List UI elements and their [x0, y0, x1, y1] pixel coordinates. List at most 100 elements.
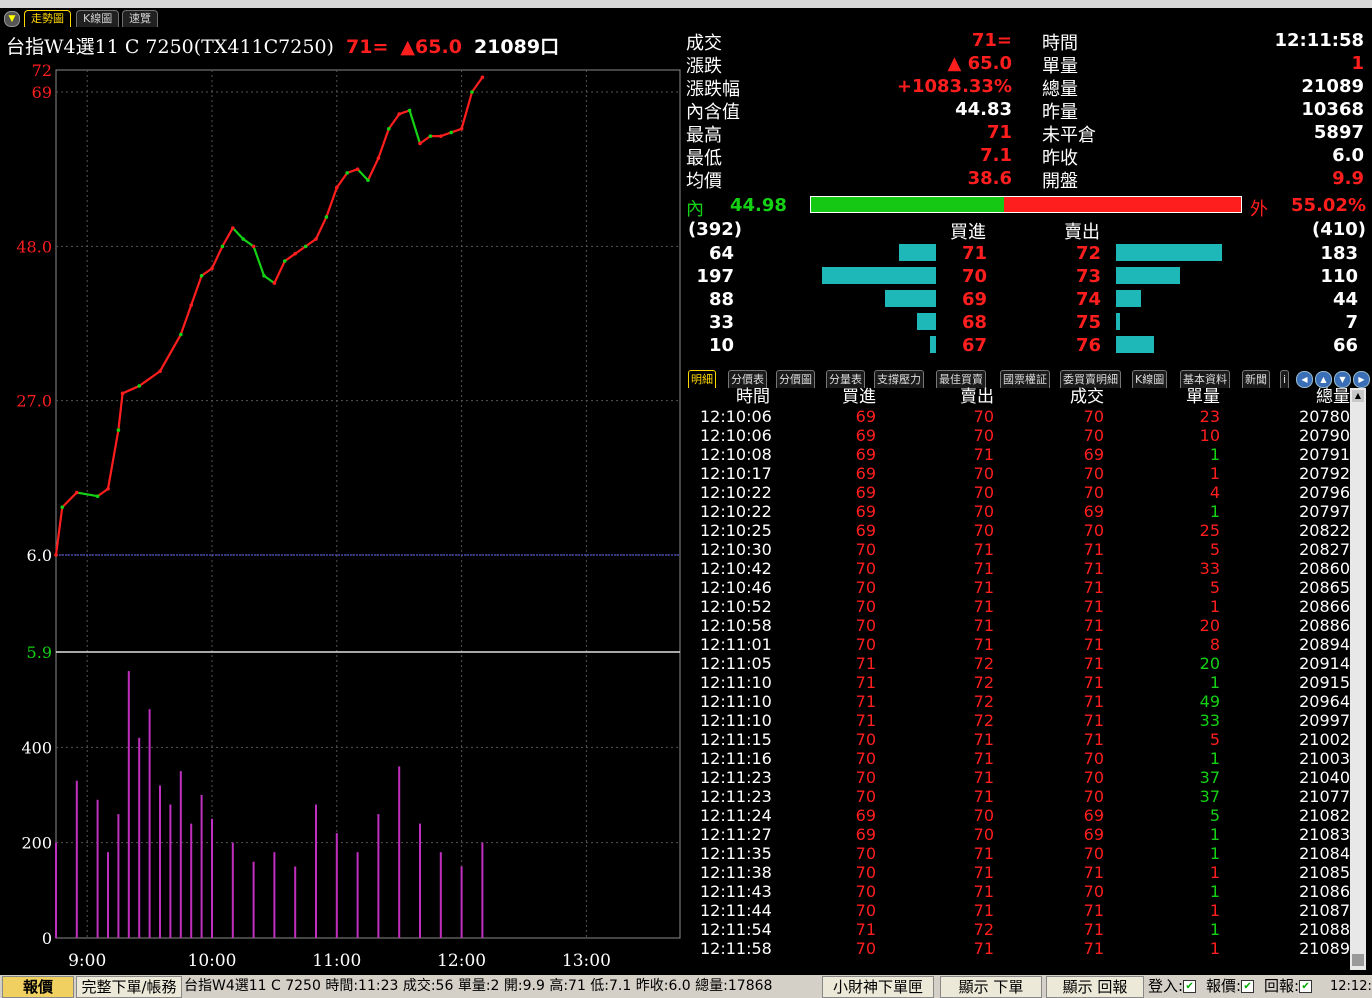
- table-row[interactable]: 12:10:30 70 71 71 5 20827: [690, 540, 1350, 559]
- table-row[interactable]: 12:11:27 69 70 69 1 21083: [690, 825, 1350, 844]
- table-row[interactable]: 12:11:05 71 72 71 20 20914: [690, 654, 1350, 673]
- price-point: [120, 391, 125, 396]
- table-cell: 37: [1199, 787, 1220, 806]
- price-segment: [325, 187, 338, 218]
- report-checkbox[interactable]: ✔: [1299, 980, 1313, 993]
- price-segment: [294, 245, 307, 255]
- table-cell: 4: [1209, 483, 1220, 502]
- table-row[interactable]: 12:11:54 71 72 71 1 21088: [690, 920, 1350, 939]
- tab-k-chart[interactable]: K線圖: [76, 10, 120, 27]
- tab-trend-chart[interactable]: 走勢圖: [24, 10, 71, 27]
- detail-tab[interactable]: 支撐壓力: [874, 370, 924, 388]
- detail-tab[interactable]: K線圖: [1132, 370, 1168, 388]
- price-segment: [221, 227, 234, 247]
- login-checkbox[interactable]: ✔: [1183, 980, 1197, 993]
- quote-button[interactable]: 報價: [2, 976, 74, 998]
- table-row[interactable]: 12:11:35 70 71 70 1 21084: [690, 844, 1350, 863]
- table-cell: 5: [1209, 730, 1220, 749]
- chevron-down-icon[interactable]: ▼: [4, 11, 20, 27]
- table-cell: 71: [1083, 711, 1104, 730]
- table-cell: 70: [973, 407, 994, 426]
- table-cell: 70: [1083, 464, 1104, 483]
- table-row[interactable]: 12:10:42 70 71 71 33 20860: [690, 559, 1350, 578]
- table-row[interactable]: 12:11:43 70 71 70 1 21086: [690, 882, 1350, 901]
- table-row[interactable]: 12:11:38 70 71 71 1 21085: [690, 863, 1350, 882]
- table-row[interactable]: 12:10:52 70 71 71 1 20866: [690, 597, 1350, 616]
- table-row[interactable]: 12:10:22 69 70 69 1 20797: [690, 502, 1350, 521]
- ask-price[interactable]: 72: [1076, 243, 1101, 264]
- table-row[interactable]: 12:11:23 70 71 70 37 21077: [690, 787, 1350, 806]
- table-cell: 70: [1083, 407, 1104, 426]
- detail-tab[interactable]: 最佳買賣: [936, 370, 986, 388]
- detail-tab[interactable]: 分價表: [728, 370, 767, 388]
- table-row[interactable]: 12:11:01 70 71 71 8 20894: [690, 635, 1350, 654]
- next-icon[interactable]: ▶: [1353, 371, 1370, 388]
- detail-tab[interactable]: 國票權証: [1000, 370, 1050, 388]
- ask-price[interactable]: 74: [1076, 289, 1101, 310]
- table-cell: 71: [1083, 901, 1104, 920]
- table-row[interactable]: 12:10:22 69 70 70 4 20796: [690, 483, 1350, 502]
- quote-row: 單量 1: [1042, 52, 1366, 77]
- show-order-button[interactable]: 顯示 下單: [940, 976, 1042, 998]
- bid-price[interactable]: 71: [962, 243, 987, 264]
- up-icon[interactable]: ▲: [1315, 371, 1332, 388]
- detail-tab[interactable]: 新聞: [1242, 370, 1270, 388]
- detail-tab[interactable]: 明細: [688, 370, 716, 388]
- table-row[interactable]: 12:11:24 69 70 69 5 21082: [690, 806, 1350, 825]
- detail-tab[interactable]: 分量表: [826, 370, 865, 388]
- table-row[interactable]: 12:11:44 70 71 71 1 21087: [690, 901, 1350, 920]
- scroll-down-icon[interactable]: [1352, 954, 1364, 966]
- order-book-row: 10 67 76 66: [686, 333, 1368, 356]
- table-row[interactable]: 12:10:17 69 70 70 1 20792: [690, 464, 1350, 483]
- quick-order-box-button[interactable]: 小財神下單匣: [822, 976, 934, 998]
- table-row[interactable]: 12:11:16 70 71 70 1 21003: [690, 749, 1350, 768]
- table-row[interactable]: 12:10:46 70 71 71 5 20865: [690, 578, 1350, 597]
- ask-price[interactable]: 76: [1076, 335, 1101, 356]
- table-row[interactable]: 12:10:08 69 71 69 1 20791: [690, 445, 1350, 464]
- table-cell: 21085: [1299, 863, 1350, 882]
- detail-tab[interactable]: 分價圖: [776, 370, 815, 388]
- ratio-bar: [810, 196, 1242, 213]
- table-row[interactable]: 12:11:10 71 72 71 49 20964: [690, 692, 1350, 711]
- quote-row: 最高 71: [686, 121, 1012, 146]
- table-cell: 71: [973, 730, 994, 749]
- table-cell: 71: [855, 673, 876, 692]
- detail-scrollbar[interactable]: ▲: [1350, 388, 1366, 970]
- bid-price[interactable]: 67: [962, 335, 987, 356]
- down-icon[interactable]: ▼: [1334, 371, 1351, 388]
- tab-quick-view[interactable]: 速覽: [122, 10, 158, 27]
- table-row[interactable]: 12:11:58 70 71 71 1 21089: [690, 939, 1350, 958]
- instrument-title: 台指W4選11 C 7250(TX411C7250) 71= ▲65.0 210…: [6, 32, 565, 58]
- detail-tab[interactable]: 基本資料: [1180, 370, 1230, 388]
- detail-tab[interactable]: i: [1280, 370, 1290, 388]
- table-row[interactable]: 12:11:15 70 71 71 5 21002: [690, 730, 1350, 749]
- table-cell: 20780: [1299, 407, 1350, 426]
- ask-price[interactable]: 73: [1076, 266, 1101, 287]
- bid-price[interactable]: 68: [962, 312, 987, 333]
- table-row[interactable]: 12:11:10 71 72 71 33 20997: [690, 711, 1350, 730]
- clock: 12:12:0: [1330, 979, 1372, 994]
- table-cell: 70: [973, 502, 994, 521]
- full-order-button[interactable]: 完整下單/帳務: [76, 976, 182, 998]
- ask-price[interactable]: 75: [1076, 312, 1101, 333]
- bid-price[interactable]: 70: [962, 266, 987, 287]
- table-cell: 71: [1083, 559, 1104, 578]
- prev-icon[interactable]: ◀: [1296, 371, 1313, 388]
- quote-label: 均價: [686, 171, 722, 192]
- show-report-button[interactable]: 顯示 回報: [1046, 976, 1144, 998]
- scroll-up-icon[interactable]: ▲: [1352, 390, 1364, 402]
- trend-chart[interactable]: 9:00 10:00 11:00 12:00 13:00 72 69 48.0 27.0 6.0 5…: [0, 60, 690, 975]
- table-cell: 5: [1209, 578, 1220, 597]
- table-row[interactable]: 12:10:25 69 70 70 25 20822: [690, 521, 1350, 540]
- table-row[interactable]: 12:10:06 69 70 70 23 20780: [690, 407, 1350, 426]
- table-row[interactable]: 12:10:06 69 70 70 10 20790: [690, 426, 1350, 445]
- quote-checkbox[interactable]: ✔: [1241, 980, 1255, 993]
- table-row[interactable]: 12:11:10 71 72 71 1 20915: [690, 673, 1350, 692]
- bid-qty: 88: [708, 289, 734, 310]
- table-row[interactable]: 12:10:58 70 71 71 20 20886: [690, 616, 1350, 635]
- bid-price[interactable]: 69: [962, 289, 987, 310]
- table-row[interactable]: 12:11:23 70 71 70 37 21040: [690, 768, 1350, 787]
- table-cell: 20790: [1299, 426, 1350, 445]
- ask-qty-bar: [1116, 336, 1154, 353]
- detail-tab[interactable]: 委買賣明細: [1060, 370, 1121, 388]
